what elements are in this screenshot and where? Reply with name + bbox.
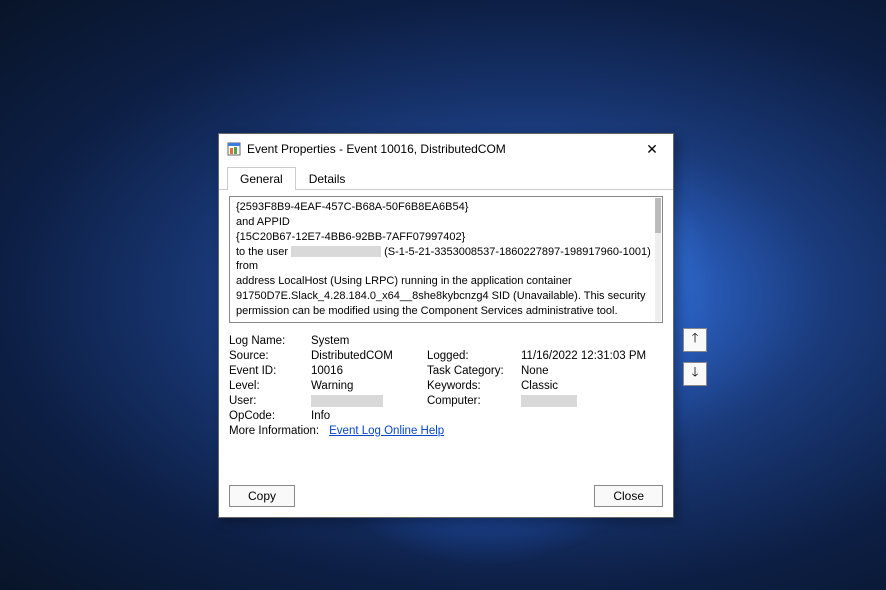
level-value: Warning <box>311 380 427 392</box>
dialog-buttons: Copy Close <box>219 475 673 517</box>
user-value <box>311 395 427 407</box>
source-label: Source: <box>229 350 311 362</box>
opcode-label: OpCode: <box>229 410 311 422</box>
task-category-value: None <box>521 365 663 377</box>
desc-line: {15C20B67-12E7-4BB6-92BB-7AFF07997402} <box>236 230 656 245</box>
app-icon <box>227 142 241 156</box>
tab-general[interactable]: General <box>227 167 296 190</box>
more-info-label: More Information: <box>229 425 319 437</box>
desc-line: address LocalHost (Using LRPC) running i… <box>236 274 656 319</box>
redacted-user <box>291 246 381 257</box>
user-label: User: <box>229 395 311 407</box>
desc-line: and APPID <box>236 215 656 230</box>
event-log-online-help-link[interactable]: Event Log Online Help <box>329 425 444 437</box>
log-name-label: Log Name: <box>229 335 311 347</box>
computer-value <box>521 395 663 407</box>
redacted-user-value <box>311 395 383 407</box>
previous-event-button[interactable]: 🡑 <box>683 328 707 352</box>
titlebar: Event Properties - Event 10016, Distribu… <box>219 134 673 164</box>
event-properties-grid: Log Name: System Source: DistributedCOM … <box>229 335 663 422</box>
next-event-button[interactable]: 🡓 <box>683 362 707 386</box>
task-category-label: Task Category: <box>427 365 521 377</box>
arrow-down-icon: 🡓 <box>692 363 699 385</box>
close-button[interactable]: Close <box>594 485 663 507</box>
event-id-label: Event ID: <box>229 365 311 377</box>
opcode-value: Info <box>311 410 663 422</box>
desc-line: to the user (S-1-5-21-3353008537-1860227… <box>236 245 656 275</box>
logged-label: Logged: <box>427 350 521 362</box>
navigation-arrows: 🡑 🡓 <box>683 328 707 386</box>
keywords-label: Keywords: <box>427 380 521 392</box>
event-description[interactable]: {2593F8B9-4EAF-457C-B68A-50F6B8EA6B54} a… <box>229 196 663 323</box>
redacted-computer-value <box>521 395 577 407</box>
event-properties-dialog: Event Properties - Event 10016, Distribu… <box>218 133 674 518</box>
logged-value: 11/16/2022 12:31:03 PM <box>521 350 663 362</box>
event-id-value: 10016 <box>311 365 427 377</box>
log-name-value: System <box>311 335 663 347</box>
close-icon[interactable]: ✕ <box>639 140 665 158</box>
source-value: DistributedCOM <box>311 350 427 362</box>
window-title: Event Properties - Event 10016, Distribu… <box>247 142 639 156</box>
keywords-value: Classic <box>521 380 663 392</box>
tab-bar: General Details <box>219 166 673 190</box>
tab-content: {2593F8B9-4EAF-457C-B68A-50F6B8EA6B54} a… <box>219 190 673 447</box>
computer-label: Computer: <box>427 395 521 407</box>
copy-button[interactable]: Copy <box>229 485 295 507</box>
scrollbar[interactable] <box>655 198 661 321</box>
arrow-up-icon: 🡑 <box>692 329 699 351</box>
more-information-row: More Information: Event Log Online Help <box>229 425 663 437</box>
desc-line: {2593F8B9-4EAF-457C-B68A-50F6B8EA6B54} <box>236 200 656 215</box>
tab-details[interactable]: Details <box>296 167 359 190</box>
level-label: Level: <box>229 380 311 392</box>
